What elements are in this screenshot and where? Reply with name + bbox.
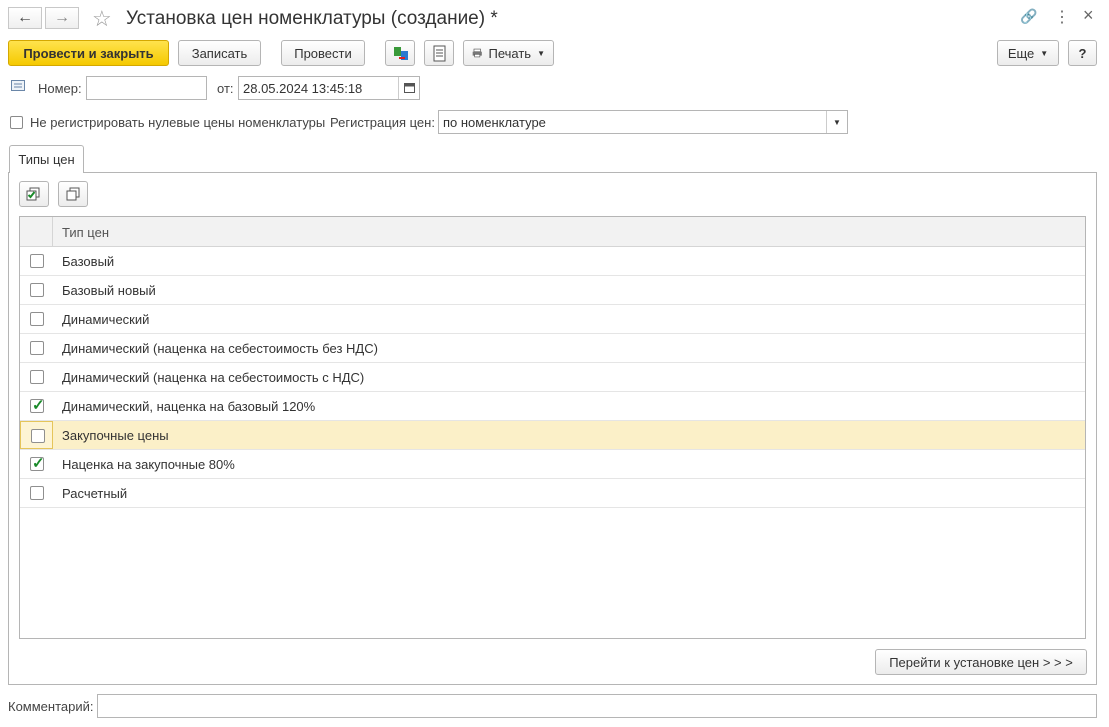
chevron-down-icon: ▼	[1040, 48, 1049, 58]
row-label: Динамический (наценка на себестоимость с…	[62, 370, 365, 385]
row-checkbox[interactable]	[30, 283, 44, 297]
row-label: Базовый новый	[62, 283, 156, 298]
goto-price-setting-button[interactable]: Перейти к установке цен > > >	[875, 649, 1087, 675]
row-checkbox[interactable]: ✓	[30, 397, 45, 414]
comment-input[interactable]	[97, 694, 1097, 718]
row-checkbox[interactable]	[31, 429, 45, 443]
table-row[interactable]: Базовый новый	[20, 276, 1085, 305]
number-label: Номер:	[38, 81, 82, 96]
row-label: Динамический, наценка на базовый 120%	[62, 399, 316, 414]
row-label: Динамический (наценка на себестоимость б…	[62, 341, 378, 356]
price-registration-label: Регистрация цен:	[330, 115, 435, 130]
table-row[interactable]: ✓ Динамический, наценка на базовый 120%	[20, 392, 1085, 421]
row-label: Закупочные цены	[62, 428, 169, 443]
printer-icon	[472, 48, 482, 58]
more-label: Еще	[1007, 45, 1035, 61]
star-icon[interactable]: ☆	[92, 6, 112, 32]
close-icon[interactable]: ×	[1083, 5, 1094, 26]
post-and-close-button[interactable]: Провести и закрыть	[8, 40, 169, 66]
date-label: от:	[217, 81, 234, 96]
checkmark-icon: ✓	[32, 455, 45, 472]
row-checkbox[interactable]	[30, 312, 44, 326]
table-row[interactable]: Динамический	[20, 305, 1085, 334]
help-button[interactable]: ?	[1068, 40, 1097, 66]
table-row[interactable]: Динамический (наценка на себестоимость б…	[20, 334, 1085, 363]
report-button[interactable]	[424, 40, 454, 66]
link-icon[interactable]: 🔗	[1020, 8, 1037, 25]
tab-price-types[interactable]: Типы цен	[9, 145, 84, 173]
table-row[interactable]: Базовый	[20, 247, 1085, 276]
arrow-left-icon: ←	[17, 9, 33, 26]
row-checkbox[interactable]	[30, 486, 44, 500]
post-button[interactable]: Провести	[281, 40, 365, 66]
checkbox-cell	[20, 334, 53, 362]
dt-kt-icon	[394, 47, 408, 60]
table-row[interactable]: Закупочные цены	[20, 421, 1085, 450]
chevron-down-icon: ▼	[537, 48, 545, 58]
forward-button[interactable]: →	[45, 7, 79, 29]
comment-label: Комментарий:	[8, 699, 94, 714]
document-icon	[11, 80, 25, 91]
row-checkbox[interactable]	[30, 254, 44, 268]
date-input[interactable]: 28.05.2024 13:45:18	[238, 76, 420, 100]
checkmark-icon: ✓	[32, 397, 45, 414]
uncheck-all-button[interactable]	[58, 181, 88, 207]
checkbox-cell	[20, 479, 53, 507]
check-all-icon	[26, 187, 40, 201]
print-button[interactable]: Печать ▼	[463, 40, 554, 66]
row-label: Расчетный	[62, 486, 128, 501]
uncheck-all-icon	[66, 187, 80, 201]
price-types-table: Тип цен Базовый Базовый новый Динамический…	[19, 216, 1086, 639]
checkbox-cell	[20, 421, 53, 449]
no-zero-prices-label: Не регистрировать нулевые цены номенклат…	[30, 115, 326, 130]
row-checkbox[interactable]: ✓	[30, 455, 45, 472]
more-button[interactable]: Еще ▼	[997, 40, 1059, 66]
document-list-icon	[433, 45, 446, 62]
price-registration-select[interactable]: по номенклатуре ▼	[438, 110, 848, 134]
checkbox-cell	[20, 276, 53, 304]
tab-panel: Тип цен Базовый Базовый новый Динамический…	[8, 172, 1097, 685]
checkbox-cell: ✓	[20, 392, 53, 420]
tab-label: Типы цен	[18, 152, 75, 167]
row-checkbox[interactable]	[30, 370, 44, 384]
structure-button[interactable]	[385, 40, 415, 66]
check-all-button[interactable]	[19, 181, 49, 207]
table-row[interactable]: ✓ Наценка на закупочные 80%	[20, 450, 1085, 479]
row-label: Наценка на закупочные 80%	[62, 457, 235, 472]
save-button[interactable]: Записать	[178, 40, 261, 66]
table-row[interactable]: Динамический (наценка на себестоимость с…	[20, 363, 1085, 392]
number-input[interactable]	[86, 76, 207, 100]
row-label: Динамический	[62, 312, 150, 327]
price-registration-value: по номенклатуре	[443, 114, 546, 130]
arrow-right-icon: →	[54, 9, 70, 26]
chevron-down-icon[interactable]: ▼	[826, 111, 847, 133]
checkbox-cell	[20, 363, 53, 391]
back-button[interactable]: ←	[8, 7, 42, 29]
checkbox-cell: ✓	[20, 450, 53, 478]
more-menu-icon[interactable]: ⋮	[1054, 7, 1070, 27]
date-value: 28.05.2024 13:45:18	[243, 80, 363, 96]
table-row[interactable]: Расчетный	[20, 479, 1085, 508]
column-header-price-type: Тип цен	[62, 225, 109, 240]
calendar-icon[interactable]	[398, 77, 419, 99]
no-zero-prices-checkbox[interactable]	[10, 116, 23, 129]
row-label: Базовый	[62, 254, 115, 269]
window-title: Установка цен номенклатуры (создание) *	[126, 8, 498, 29]
print-label: Печать	[488, 45, 532, 61]
checkbox-cell	[20, 305, 53, 333]
checkbox-cell	[20, 247, 53, 275]
row-checkbox[interactable]	[30, 341, 44, 355]
table-header: Тип цен	[20, 217, 1085, 247]
